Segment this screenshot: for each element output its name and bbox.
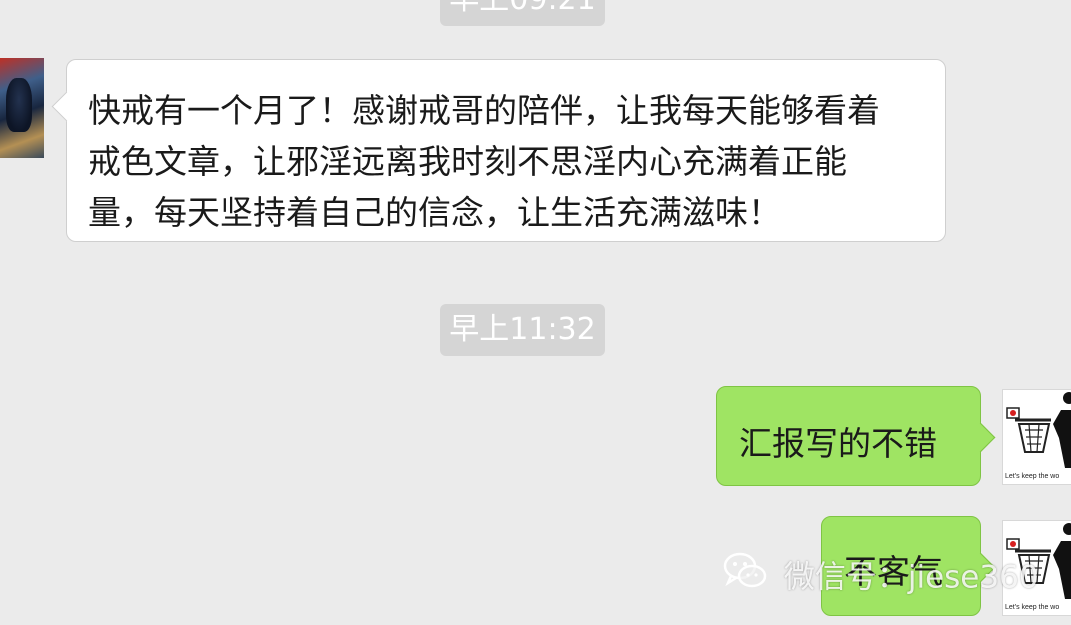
bubble-tail xyxy=(965,422,996,453)
recycle-person-icon xyxy=(1006,392,1071,468)
avatar-figure-icon xyxy=(6,78,32,132)
contact-avatar[interactable] xyxy=(0,58,44,158)
incoming-message-bubble[interactable]: 快戒有一个月了！感谢戒哥的陪伴，让我每天能够看着戒色文章，让邪淫远离我时刻不思淫… xyxy=(51,59,946,242)
wechat-watermark: 微信号：jiese360 xyxy=(722,550,1039,596)
outgoing-message-bubble[interactable]: 汇报写的不错 xyxy=(716,386,996,486)
avatar-caption: Let's keep the wo xyxy=(1005,473,1060,480)
timestamp-label: 早上11:32 xyxy=(440,304,605,356)
wechat-icon xyxy=(722,550,768,598)
bubble-tail xyxy=(51,91,82,122)
incoming-message-text: 快戒有一个月了！感谢戒哥的陪伴，让我每天能够看着戒色文章，让邪淫远离我时刻不思淫… xyxy=(88,91,880,232)
watermark-text: 微信号：jiese360 xyxy=(783,559,1039,596)
my-avatar[interactable]: Let's keep the wo xyxy=(1002,389,1071,485)
avatar-caption: Let's keep the wo xyxy=(1005,604,1060,611)
timestamp-label: 早上09:21 xyxy=(440,0,605,26)
outgoing-message-text: 汇报写的不错 xyxy=(739,424,937,463)
